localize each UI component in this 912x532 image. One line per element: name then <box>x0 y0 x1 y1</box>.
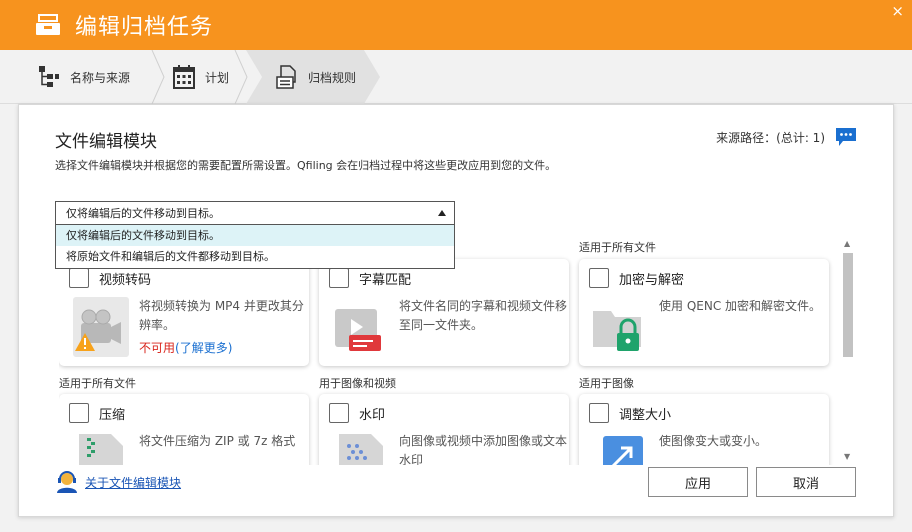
about-module-link[interactable]: 关于文件编辑模块 <box>55 471 181 493</box>
card-title: 加密与解密 <box>619 273 685 288</box>
document-icon <box>276 65 296 89</box>
scroll-up-icon[interactable]: ▲ <box>844 239 850 248</box>
card-title: 字幕匹配 <box>359 273 412 288</box>
resize-checkbox[interactable] <box>589 403 609 423</box>
tree-icon <box>39 66 59 87</box>
wizard-steps: 名称与来源 计划 归档规则 <box>0 50 912 104</box>
card-description: 将视频转换为 MP4 并更改其分辨率。 <box>139 299 304 332</box>
watermark-checkbox[interactable] <box>329 403 349 423</box>
select-value: 仅将编辑后的文件移动到目标。 <box>66 207 220 220</box>
support-person-icon <box>57 471 77 493</box>
step-schedule[interactable]: 计划 <box>173 50 229 104</box>
subtitle-match-checkbox[interactable] <box>329 268 349 288</box>
title-bar: 编辑归档任务 × <box>0 0 912 50</box>
category-label: 适用于所有文件 <box>579 241 656 254</box>
learn-more-link[interactable]: (了解更多) <box>175 341 232 355</box>
card-subtitle-match: 字幕匹配 将文件名同的字幕和视频文件移至同一文件夹。 <box>319 259 569 366</box>
source-path-label: 来源路径：(总计: 1) <box>716 131 825 145</box>
card-description: 将文件名同的字幕和视频文件移至同一文件夹。 <box>399 299 568 332</box>
step-label: 名称与来源 <box>70 70 131 85</box>
compress-checkbox[interactable] <box>69 403 89 423</box>
calendar-icon <box>173 65 195 89</box>
scroll-down-icon[interactable]: ▼ <box>844 452 850 461</box>
card-title: 水印 <box>359 408 386 423</box>
step-name-source[interactable]: 名称与来源 <box>38 50 130 104</box>
caret-up-icon <box>438 210 446 216</box>
about-link-text[interactable]: 关于文件编辑模块 <box>85 474 181 491</box>
resize-icon <box>603 436 643 465</box>
card-description: 将文件压缩为 ZIP 或 7z 格式 <box>139 434 296 448</box>
card-video-transcode: 视频转码 将视频转换为 MP4 并更改其分辨率。 不可用(了解更多) <box>59 259 309 366</box>
window-title: 编辑归档任务 <box>75 15 214 40</box>
output-mode-dropdown: 仅将编辑后的文件移动到目标。 将原始文件和编辑后的文件都移动到目标。 <box>55 225 455 269</box>
chat-bubble-icon[interactable] <box>835 127 857 147</box>
unavailable-label: 不可用 <box>139 341 176 355</box>
card-description: 使图像变大或变小。 <box>659 434 768 448</box>
card-encrypt-decrypt: 加密与解密 使用 QENC 加密和解密文件。 <box>579 259 829 366</box>
card-resize: 调整大小 使图像变大或变小。 <box>579 394 829 465</box>
cards-scrollbar[interactable]: ▲ ▼ <box>841 239 855 461</box>
encrypt-decrypt-checkbox[interactable] <box>589 268 609 288</box>
output-mode-select[interactable]: 仅将编辑后的文件移动到目标。 <box>55 201 455 225</box>
step-separator <box>151 50 165 104</box>
step-label: 归档规则 <box>308 70 357 85</box>
watermark-icon <box>339 434 383 465</box>
apply-button[interactable]: 应用 <box>648 467 748 497</box>
card-title: 调整大小 <box>619 408 672 423</box>
page-description: 选择文件编辑模块并根据您的需要配置所需设置。Qfiling 会在归档过程中将这些… <box>55 159 557 172</box>
main-panel: 文件编辑模块 选择文件编辑模块并根据您的需要配置所需设置。Qfiling 会在归… <box>18 104 894 517</box>
module-cards: 适用于所有文件 视频转码 将视频转换为 MP4 并更改其分辨率。 不可用(了解更… <box>59 235 849 465</box>
category-label: 用于图像和视频 <box>319 377 396 390</box>
availability-note: 不可用(了解更多) <box>139 339 232 356</box>
card-description: 使用 QENC 加密和解密文件。 <box>659 299 822 313</box>
video-subtitle-icon <box>335 309 381 351</box>
category-label: 适用于所有文件 <box>59 377 136 390</box>
category-label: 适用于图像 <box>579 377 634 390</box>
card-watermark: 水印 向图像或视频中添加图像或文本水印 <box>319 394 569 465</box>
video-transcode-checkbox[interactable] <box>69 268 89 288</box>
step-archive-rules[interactable]: 归档规则 <box>276 50 356 104</box>
card-title: 压缩 <box>99 408 126 423</box>
dropdown-option[interactable]: 将原始文件和编辑后的文件都移动到目标。 <box>56 246 454 267</box>
video-camera-icon <box>73 297 129 357</box>
card-compress: 压缩 将文件压缩为 ZIP 或 7z 格式 <box>59 394 309 465</box>
card-title: 视频转码 <box>99 273 152 288</box>
step-label: 计划 <box>205 70 230 85</box>
step-separator <box>234 50 248 104</box>
zip-file-icon <box>79 434 123 465</box>
page-title: 文件编辑模块 <box>55 132 157 152</box>
close-icon[interactable]: × <box>891 2 904 20</box>
dropdown-option[interactable]: 仅将编辑后的文件移动到目标。 <box>56 225 454 246</box>
card-description: 向图像或视频中添加图像或文本水印 <box>399 434 568 465</box>
archive-box-icon <box>36 14 60 35</box>
scrollbar-thumb[interactable] <box>843 253 853 357</box>
locked-folder-icon <box>593 311 641 351</box>
cancel-button[interactable]: 取消 <box>756 467 856 497</box>
